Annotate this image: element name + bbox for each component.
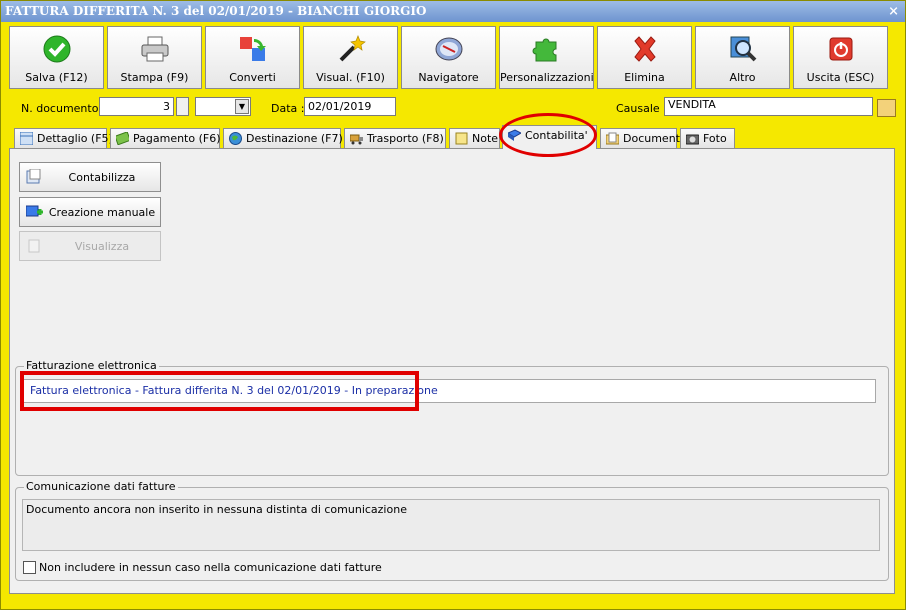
doc-suffix-select[interactable]: ▼	[195, 97, 251, 116]
print-button[interactable]: Stampa (F9)	[107, 26, 202, 89]
doc-number-field[interactable]: 3	[99, 97, 174, 116]
date-label: Data :	[271, 102, 305, 115]
globe-icon	[229, 132, 242, 145]
invoice-window: FATTURA DIFFERITA N. 3 del 02/01/2019 - …	[0, 0, 906, 610]
add-icon	[26, 205, 43, 217]
chevron-down-icon[interactable]: ▼	[235, 99, 249, 114]
exclude-checkbox-label[interactable]: Non includere in nessun caso nella comun…	[39, 561, 382, 574]
exclude-checkbox[interactable]	[23, 561, 36, 574]
fe-group-title: Fatturazione elettronica	[24, 359, 159, 372]
compass-icon	[402, 34, 495, 64]
view-button[interactable]: Visualizza	[19, 231, 161, 261]
tab-documenti[interactable]: Documenti	[600, 128, 683, 149]
tab-foto[interactable]: Foto	[680, 128, 735, 149]
tab-destinazione[interactable]: Destinazione (F7)	[223, 128, 343, 149]
delete-x-icon	[598, 34, 691, 64]
tab-trasporto[interactable]: Trasporto (F8)	[344, 128, 446, 149]
more-button[interactable]: Altro	[695, 26, 790, 89]
exit-button[interactable]: Uscita (ESC)	[793, 26, 888, 89]
date-field[interactable]: 02/01/2019	[304, 97, 396, 116]
tab-contabilita[interactable]: Contabilita'	[502, 125, 597, 149]
magic-wand-icon	[304, 34, 397, 64]
puzzle-icon	[500, 34, 593, 64]
note-icon	[455, 132, 468, 145]
grid-icon	[20, 132, 33, 145]
document-icon	[26, 169, 41, 184]
customizations-button[interactable]: Personalizzazioni	[499, 26, 594, 89]
tab-bar: Dettaglio (F5) Pagamento (F6) Destinazio…	[14, 125, 894, 149]
window-title: FATTURA DIFFERITA N. 3 del 02/01/2019 - …	[5, 4, 427, 18]
fe-status-field[interactable]: Fattura elettronica - Fattura differita …	[21, 379, 876, 403]
visual-button[interactable]: Visual. (F10)	[303, 26, 398, 89]
tab-note[interactable]: Note	[449, 128, 500, 149]
contabilizza-button[interactable]: Contabilizza	[19, 162, 161, 192]
view-icon	[28, 239, 40, 253]
check-icon	[10, 34, 103, 64]
camera-icon	[686, 134, 699, 145]
doc-number-spin[interactable]	[176, 97, 189, 116]
cdf-status-field: Documento ancora non inserito in nessuna…	[22, 499, 880, 551]
save-button[interactable]: Salva (F12)	[9, 26, 104, 89]
power-icon	[794, 34, 887, 64]
tab-pagamento[interactable]: Pagamento (F6)	[110, 128, 221, 149]
title-bar: FATTURA DIFFERITA N. 3 del 02/01/2019 - …	[1, 1, 905, 22]
tab-dettaglio[interactable]: Dettaglio (F5)	[14, 128, 113, 149]
truck-icon	[350, 134, 363, 145]
toolbar: Salva (F12) Stampa (F9) Converti Visual.…	[9, 26, 891, 90]
magnifier-icon	[696, 34, 789, 64]
causale-label: Causale :	[616, 102, 667, 115]
convert-icon	[206, 34, 299, 64]
folder-icon	[606, 132, 619, 145]
folder-icon[interactable]	[877, 99, 896, 117]
close-icon[interactable]: ×	[888, 1, 899, 22]
document-header: N. documento : 3 ▼ Data : 02/01/2019 Cau…	[1, 97, 905, 121]
doc-number-label: N. documento :	[21, 102, 106, 115]
manual-creation-button[interactable]: Creazione manuale	[19, 197, 161, 227]
convert-button[interactable]: Converti	[205, 26, 300, 89]
navigator-button[interactable]: Navigatore	[401, 26, 496, 89]
money-icon	[116, 132, 129, 145]
delete-button[interactable]: Elimina	[597, 26, 692, 89]
causale-field[interactable]: VENDITA	[664, 97, 873, 116]
book-icon	[508, 129, 521, 141]
cdf-group-title: Comunicazione dati fatture	[24, 480, 178, 493]
printer-icon	[108, 34, 201, 64]
